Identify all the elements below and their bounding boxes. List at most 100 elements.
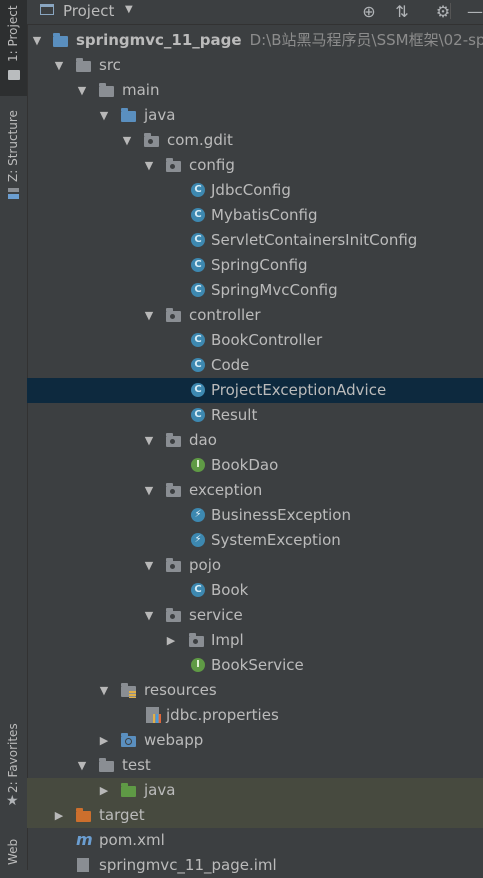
chevron-down-icon[interactable]: ▼ xyxy=(125,4,133,15)
tree-node-label: BookController xyxy=(211,331,323,349)
tree-node-label: BusinessException xyxy=(211,506,351,524)
tab-favorites-label: 2: Favorites xyxy=(6,723,20,793)
tree-node-iml[interactable]: springmvc_11_page.iml xyxy=(27,853,483,878)
tree-node-package[interactable]: ▼ com.gdit xyxy=(27,128,483,153)
tree-node-interface[interactable]: I BookService xyxy=(27,653,483,678)
tree-node-properties[interactable]: jdbc.properties xyxy=(27,703,483,728)
class-icon: C xyxy=(191,383,205,397)
tree-node-exception-class[interactable]: ⚡ BusinessException xyxy=(27,503,483,528)
chevron-down-icon[interactable]: ▼ xyxy=(143,428,155,453)
tree-node-label: jdbc.properties xyxy=(166,706,279,724)
tree-node-class[interactable]: C JdbcConfig xyxy=(27,178,483,203)
class-icon: C xyxy=(191,233,205,247)
tree-node-pom[interactable]: m pom.xml xyxy=(27,828,483,853)
collapse-icon[interactable]: ⇅ xyxy=(391,1,413,23)
tree-node-service[interactable]: ▼ service xyxy=(27,603,483,628)
project-tree: ▼ springmvc_11_page D:\B站黑马程序员\SSM框架\02-s… xyxy=(27,28,483,874)
tree-node-webapp[interactable]: ▶ webapp xyxy=(27,728,483,753)
tree-node-class[interactable]: C SpringMvcConfig xyxy=(27,278,483,303)
tab-web[interactable]: Web xyxy=(0,828,27,870)
tab-web-label: Web xyxy=(6,838,20,865)
tree-node-class[interactable]: C MybatisConfig xyxy=(27,203,483,228)
chevron-right-icon[interactable]: ▶ xyxy=(165,628,177,653)
chevron-down-icon[interactable]: ▼ xyxy=(143,303,155,328)
tree-node-class[interactable]: C Book xyxy=(27,578,483,603)
tree-node-java[interactable]: ▼ java xyxy=(27,103,483,128)
chevron-right-icon[interactable]: ▶ xyxy=(98,778,110,803)
tree-node-exception[interactable]: ▼ exception xyxy=(27,478,483,503)
class-icon: C xyxy=(191,258,205,272)
tree-node-class[interactable]: C SpringConfig xyxy=(27,253,483,278)
tree-node-class[interactable]: C Result xyxy=(27,403,483,428)
tree-node-label: controller xyxy=(189,306,261,324)
tree-node-label: MybatisConfig xyxy=(211,206,318,224)
tree-node-src[interactable]: ▼ src xyxy=(27,53,483,78)
module-folder-icon xyxy=(53,33,68,47)
chevron-down-icon[interactable]: ▼ xyxy=(76,78,88,103)
tree-node-target[interactable]: ▶ target xyxy=(27,803,483,828)
tree-node-label: Book xyxy=(211,581,249,599)
chevron-down-icon[interactable]: ▼ xyxy=(98,678,110,703)
project-window-icon xyxy=(40,4,54,15)
tree-node-config[interactable]: ▼ config xyxy=(27,153,483,178)
package-icon xyxy=(166,608,181,622)
tree-node-label: BookDao xyxy=(211,456,279,474)
tree-node-test[interactable]: ▼ test xyxy=(27,753,483,778)
resources-folder-icon xyxy=(121,683,136,698)
tree-node-class-selected[interactable]: C ProjectExceptionAdvice xyxy=(27,378,483,403)
tree-node-dao[interactable]: ▼ dao xyxy=(27,428,483,453)
tab-favorites[interactable]: 2: Favorites ★ xyxy=(0,715,27,815)
tree-node-class[interactable]: C ServletContainersInitConfig xyxy=(27,228,483,253)
chevron-right-icon[interactable]: ▶ xyxy=(53,803,65,828)
chevron-down-icon[interactable]: ▼ xyxy=(143,603,155,628)
exception-icon: ⚡ xyxy=(191,533,205,547)
tree-node-controller[interactable]: ▼ controller xyxy=(27,303,483,328)
tree-node-impl[interactable]: ▶ Impl xyxy=(27,628,483,653)
interface-icon: I xyxy=(191,658,205,672)
web-folder-icon xyxy=(121,733,136,747)
chevron-down-icon[interactable]: ▼ xyxy=(143,553,155,578)
source-folder-icon xyxy=(121,108,136,122)
tree-node-pojo[interactable]: ▼ pojo xyxy=(27,553,483,578)
tree-node-label: resources xyxy=(144,681,217,699)
package-icon xyxy=(166,483,181,497)
chevron-down-icon[interactable]: ▼ xyxy=(31,28,43,53)
tool-window-strip: 1: Project Z: Structure 2: Favorites ★ W… xyxy=(0,0,28,870)
tree-node-label: test xyxy=(122,756,151,774)
view-selector[interactable]: Project xyxy=(63,2,114,20)
folder-icon xyxy=(99,758,114,772)
tree-node-class[interactable]: C BookController xyxy=(27,328,483,353)
tree-node-class[interactable]: C Code xyxy=(27,353,483,378)
chevron-down-icon[interactable]: ▼ xyxy=(143,153,155,178)
chevron-down-icon[interactable]: ▼ xyxy=(53,53,65,78)
tab-project[interactable]: 1: Project xyxy=(0,0,27,96)
chevron-right-icon[interactable]: ▶ xyxy=(98,728,110,753)
hide-icon[interactable]: — xyxy=(464,1,483,23)
tree-node-resources[interactable]: ▼ resources xyxy=(27,678,483,703)
chevron-down-icon[interactable]: ▼ xyxy=(76,753,88,778)
tree-node-root[interactable]: ▼ springmvc_11_page D:\B站黑马程序员\SSM框架\02-s… xyxy=(27,28,483,53)
tree-node-label: webapp xyxy=(144,731,204,749)
excluded-folder-icon xyxy=(76,808,91,822)
tab-structure[interactable]: Z: Structure xyxy=(0,104,27,204)
structure-icon xyxy=(8,188,19,199)
locate-icon[interactable]: ⊕ xyxy=(358,1,380,23)
tree-node-label: BookService xyxy=(211,656,304,674)
tree-node-label: main xyxy=(122,81,160,99)
tree-node-main[interactable]: ▼ main xyxy=(27,78,483,103)
class-icon: C xyxy=(191,358,205,372)
class-icon: C xyxy=(191,583,205,597)
tree-node-interface[interactable]: I BookDao xyxy=(27,453,483,478)
tree-node-test-java[interactable]: ▶ java xyxy=(27,778,483,803)
tree-node-label: SpringConfig xyxy=(211,256,308,274)
tree-node-label: ServletContainersInitConfig xyxy=(211,231,418,249)
gear-icon[interactable]: ⚙ xyxy=(432,1,454,23)
star-icon: ★ xyxy=(6,793,19,809)
tree-node-label: springmvc_11_page.iml xyxy=(99,856,277,874)
chevron-down-icon[interactable]: ▼ xyxy=(121,128,133,153)
tree-node-label: Result xyxy=(211,406,258,424)
tree-node-exception-class[interactable]: ⚡ SystemException xyxy=(27,528,483,553)
chevron-down-icon[interactable]: ▼ xyxy=(98,103,110,128)
chevron-down-icon[interactable]: ▼ xyxy=(143,478,155,503)
class-icon: C xyxy=(191,183,205,197)
